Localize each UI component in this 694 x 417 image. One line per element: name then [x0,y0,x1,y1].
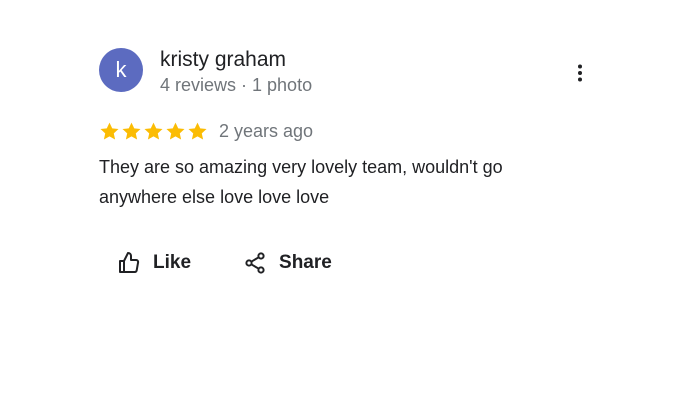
star-icon [144,122,163,140]
star-icon [122,122,141,140]
star-icon [100,122,119,140]
share-icon [245,252,265,274]
review-date: 2 years ago [219,121,314,141]
author-meta: 4 reviews · 1 photo [160,75,313,95]
share-label: Share [279,252,332,273]
thumb-up-icon [119,252,140,273]
more-vert-icon [578,64,582,82]
star-icon [166,122,185,140]
star-rating [99,121,208,142]
like-button[interactable]: Like [117,247,191,279]
author-name[interactable]: kristy graham [160,47,286,73]
review-actions: Like Share [99,247,332,279]
star-icon [188,122,207,140]
share-button[interactable]: Share [243,247,332,279]
avatar-letter: k [115,57,127,82]
review-text: They are so amazing very lovely team, wo… [99,157,503,207]
avatar[interactable]: k [99,48,143,92]
more-options-button[interactable] [568,61,592,85]
rating-row: 2 years ago [99,120,313,142]
like-label: Like [153,252,192,273]
